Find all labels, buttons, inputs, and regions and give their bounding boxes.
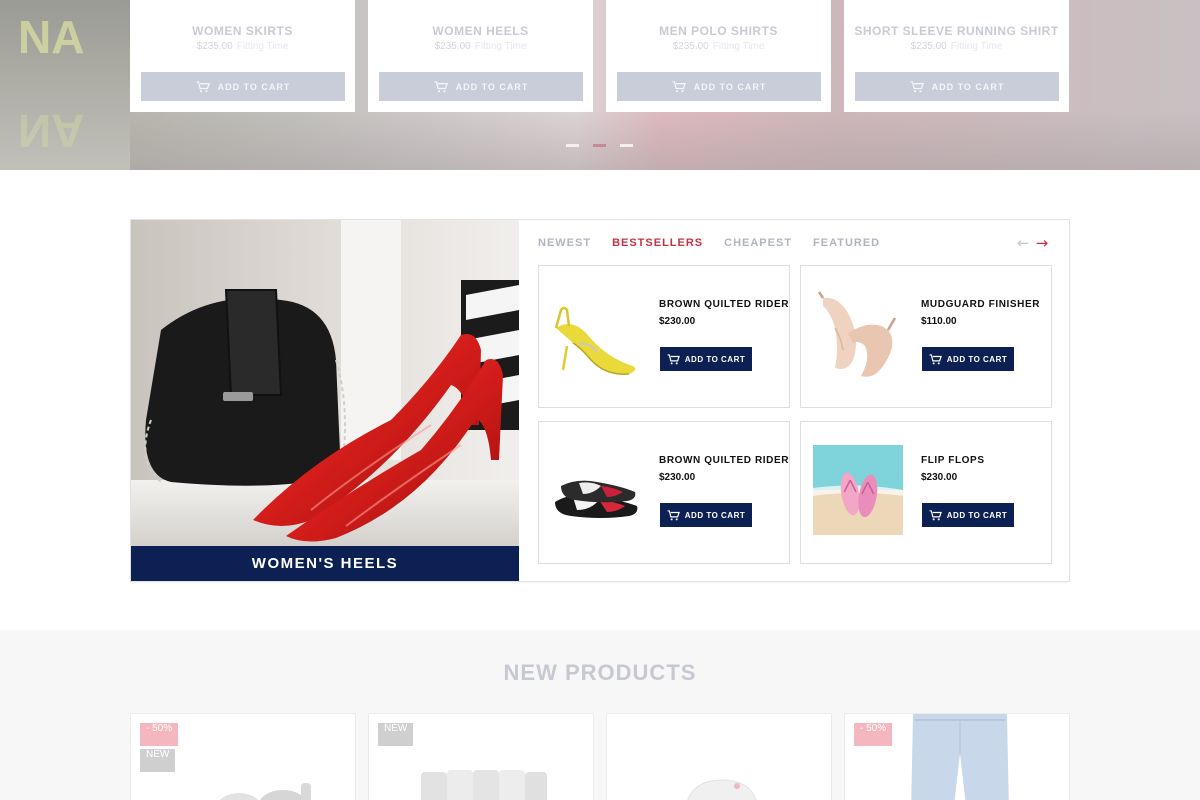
cart-icon <box>434 80 448 92</box>
hero-product-price: $235.00 Fitting Time <box>434 41 527 52</box>
cap-image <box>687 779 757 800</box>
sneakers-image <box>219 783 311 800</box>
carousel-dot-active[interactable] <box>593 144 606 147</box>
hero-product-price: $235.00 Fitting Time <box>672 41 765 52</box>
arrow-left-icon[interactable]: ← <box>1017 236 1030 251</box>
product-card[interactable]: BROWN QUILTED RIDER $230.00 ADD TO CART <box>538 421 790 564</box>
product-card[interactable]: MUDGUARD FINISHER $110.00 ADD TO CART <box>800 265 1052 408</box>
product-name[interactable]: BROWN QUILTED RIDER <box>659 455 789 466</box>
hero-product-name[interactable]: WOMEN SKIRTS <box>130 24 355 38</box>
product-card[interactable]: - 50% <box>844 713 1070 800</box>
cart-icon <box>196 80 210 92</box>
product-card[interactable]: FLIP FLOPS $230.00 ADD TO CART <box>800 421 1052 564</box>
ballet-flats-icon <box>555 480 638 518</box>
category-banner[interactable]: WOMEN'S HEELS <box>131 220 519 581</box>
product-name[interactable]: MUDGUARD FINISHER <box>921 299 1040 310</box>
jeans-image <box>911 714 1009 800</box>
red-heels-with-bag-image <box>131 220 519 546</box>
hero-product-card[interactable]: MEN POLO SHIRTS $235.00 Fitting Time ADD … <box>606 0 831 112</box>
product-card[interactable]: BROWN QUILTED RIDER $230.00 ADD TO CART <box>538 265 790 408</box>
cart-icon <box>667 509 680 520</box>
product-tabs: NEWEST BESTSELLERS CHEAPEST FEATURED <box>538 237 880 249</box>
tab-newest[interactable]: NEWEST <box>538 237 591 249</box>
product-price: $230.00 <box>659 472 696 483</box>
tab-cheapest[interactable]: CHEAPEST <box>724 237 792 249</box>
nude-heels-icon <box>817 291 897 377</box>
hero-product-card[interactable]: SHORT SLEEVE RUNNING SHIRT $235.00 Fittin… <box>844 0 1069 112</box>
carousel-pagination <box>566 144 633 147</box>
add-to-cart-button[interactable]: ADD TO CART <box>922 347 1014 371</box>
product-card[interactable]: NEW <box>368 713 594 800</box>
cart-icon <box>672 80 686 92</box>
hero-product-card[interactable]: WOMEN HEELS $235.00 Fitting Time ADD TO C… <box>368 0 593 112</box>
add-to-cart-button[interactable]: ADD TO CART <box>855 72 1059 101</box>
add-to-cart-button[interactable]: ADD TO CART <box>922 503 1014 527</box>
discount-badge: - 50% <box>854 723 893 746</box>
page: NA NA WOMEN SKIRTS $235.00 Fitting Time A… <box>0 0 1200 800</box>
cart-icon <box>910 80 924 92</box>
yellow-heel-icon <box>554 306 636 375</box>
hero-product-name[interactable]: WOMEN HEELS <box>368 24 593 38</box>
new-badge: NEW <box>378 723 414 746</box>
add-to-cart-button[interactable]: ADD TO CART <box>660 347 752 371</box>
hero-product-name[interactable]: SHORT SLEEVE RUNNING SHIRT <box>844 24 1069 38</box>
product-tabs-section: WOMEN'S HEELS NEWEST BESTSELLERS CHEAPES… <box>130 219 1070 582</box>
product-card[interactable]: - 50% NEW <box>130 713 356 800</box>
cart-icon <box>929 509 942 520</box>
add-to-cart-button[interactable]: ADD TO CART <box>379 72 583 101</box>
hero-carousel: NA NA WOMEN SKIRTS $235.00 Fitting Time A… <box>0 0 1200 170</box>
product-price: $230.00 <box>659 316 696 327</box>
jars-image <box>421 770 547 800</box>
hero-product-price: $235.00 Fitting Time <box>196 41 289 52</box>
new-badge: NEW <box>140 749 176 772</box>
tab-featured[interactable]: FEATURED <box>813 237 880 249</box>
hero-product-price: $235.00 Fitting Time <box>910 41 1003 52</box>
add-to-cart-button[interactable]: ADD TO CART <box>660 503 752 527</box>
product-price: $230.00 <box>921 472 958 483</box>
flip-flops-icon <box>813 445 903 535</box>
cart-icon <box>929 353 942 364</box>
add-to-cart-button[interactable]: ADD TO CART <box>617 72 821 101</box>
add-to-cart-button[interactable]: ADD TO CART <box>141 72 345 101</box>
new-products-section: NEW PRODUCTS - 50% NEW NEW - 50% <box>0 630 1200 800</box>
hero-product-card[interactable]: WOMEN SKIRTS $235.00 Fitting Time ADD TO … <box>130 0 355 112</box>
carousel-dot[interactable] <box>566 144 579 147</box>
product-name[interactable]: BROWN QUILTED RIDER <box>659 299 789 310</box>
discount-badge: - 50% <box>140 723 179 746</box>
tab-arrows: ← → <box>1017 236 1048 251</box>
product-name[interactable]: FLIP FLOPS <box>921 455 985 466</box>
product-price: $110.00 <box>921 316 957 327</box>
banner-caption[interactable]: WOMEN'S HEELS <box>131 546 519 581</box>
section-title: NEW PRODUCTS <box>503 660 697 685</box>
carousel-dot[interactable] <box>620 144 633 147</box>
product-card[interactable] <box>606 713 832 800</box>
arrow-right-icon[interactable]: → <box>1036 236 1049 251</box>
tab-bestsellers[interactable]: BESTSELLERS <box>612 237 703 249</box>
hero-product-name[interactable]: MEN POLO SHIRTS <box>606 24 831 38</box>
cart-icon <box>667 353 680 364</box>
